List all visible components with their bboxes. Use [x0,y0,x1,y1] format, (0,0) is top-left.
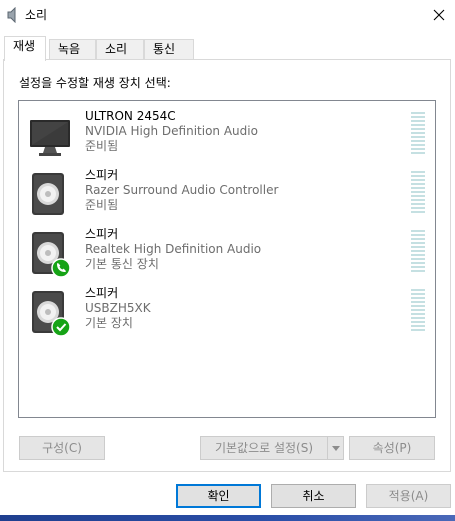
device-status: 기본 장치 [85,316,133,330]
window-title: 소리 [25,8,48,22]
device-description: NVIDIA High Definition Audio [85,124,258,138]
close-icon [433,9,445,21]
tab-panel: 설정을 수정할 재생 장치 선택: ULTRON 2454C NVIDIA Hi… [3,59,451,472]
tab-communications[interactable]: 통신 [144,39,194,60]
device-status: 준비됨 [85,198,119,212]
check-badge-icon [51,317,71,337]
device-item[interactable]: 스피커 Realtek High Definition Audio 기본 통신 … [19,226,435,284]
speaker-icon [32,291,71,337]
tab-recording[interactable]: 녹음 [49,39,96,60]
device-name: 스피커 [85,168,119,182]
configure-button[interactable]: 구성(C) [19,436,105,460]
device-status: 기본 통신 장치 [85,257,159,271]
device-name: 스피커 [85,227,119,241]
volume-meter [411,171,425,215]
volume-meter [411,112,425,156]
instruction-text: 설정을 수정할 재생 장치 선택: [19,76,171,90]
set-default-button[interactable]: 기본값으로 설정(S) [200,436,328,460]
tab-strip: 재생 녹음 소리 통신 [0,36,455,61]
chevron-down-icon [331,445,340,451]
device-item[interactable]: 스피커 Razer Surround Audio Controller 준비됨 [19,167,435,225]
device-item[interactable]: ULTRON 2454C NVIDIA High Definition Audi… [19,108,435,166]
apply-button[interactable]: 적용(A) [366,484,451,508]
device-item[interactable]: 스피커 USBZH5XK 기본 장치 [19,285,435,343]
cancel-button[interactable]: 취소 [271,484,356,508]
volume-meter [411,230,425,274]
monitor-icon [30,120,70,156]
device-description: USBZH5XK [85,301,151,315]
properties-button[interactable]: 속성(P) [349,436,435,460]
speaker-icon [32,173,64,215]
device-name: 스피커 [85,286,119,300]
device-list[interactable]: ULTRON 2454C NVIDIA High Definition Audi… [18,100,436,418]
ok-button[interactable]: 확인 [176,484,261,508]
device-name: ULTRON 2454C [85,109,176,123]
device-description: Realtek High Definition Audio [85,242,262,256]
set-default-dropdown[interactable] [328,436,344,460]
speaker-app-icon [7,7,16,23]
background-strip [0,515,455,521]
device-description: Razer Surround Audio Controller [85,183,279,197]
close-button[interactable] [423,0,455,30]
speaker-icon [32,232,71,278]
title-bar: 소리 [0,0,455,30]
tab-playback[interactable]: 재생 [4,36,46,61]
device-status: 준비됨 [85,139,119,153]
volume-meter [411,289,425,333]
tab-sounds[interactable]: 소리 [96,39,144,60]
phone-badge-icon [51,258,71,278]
